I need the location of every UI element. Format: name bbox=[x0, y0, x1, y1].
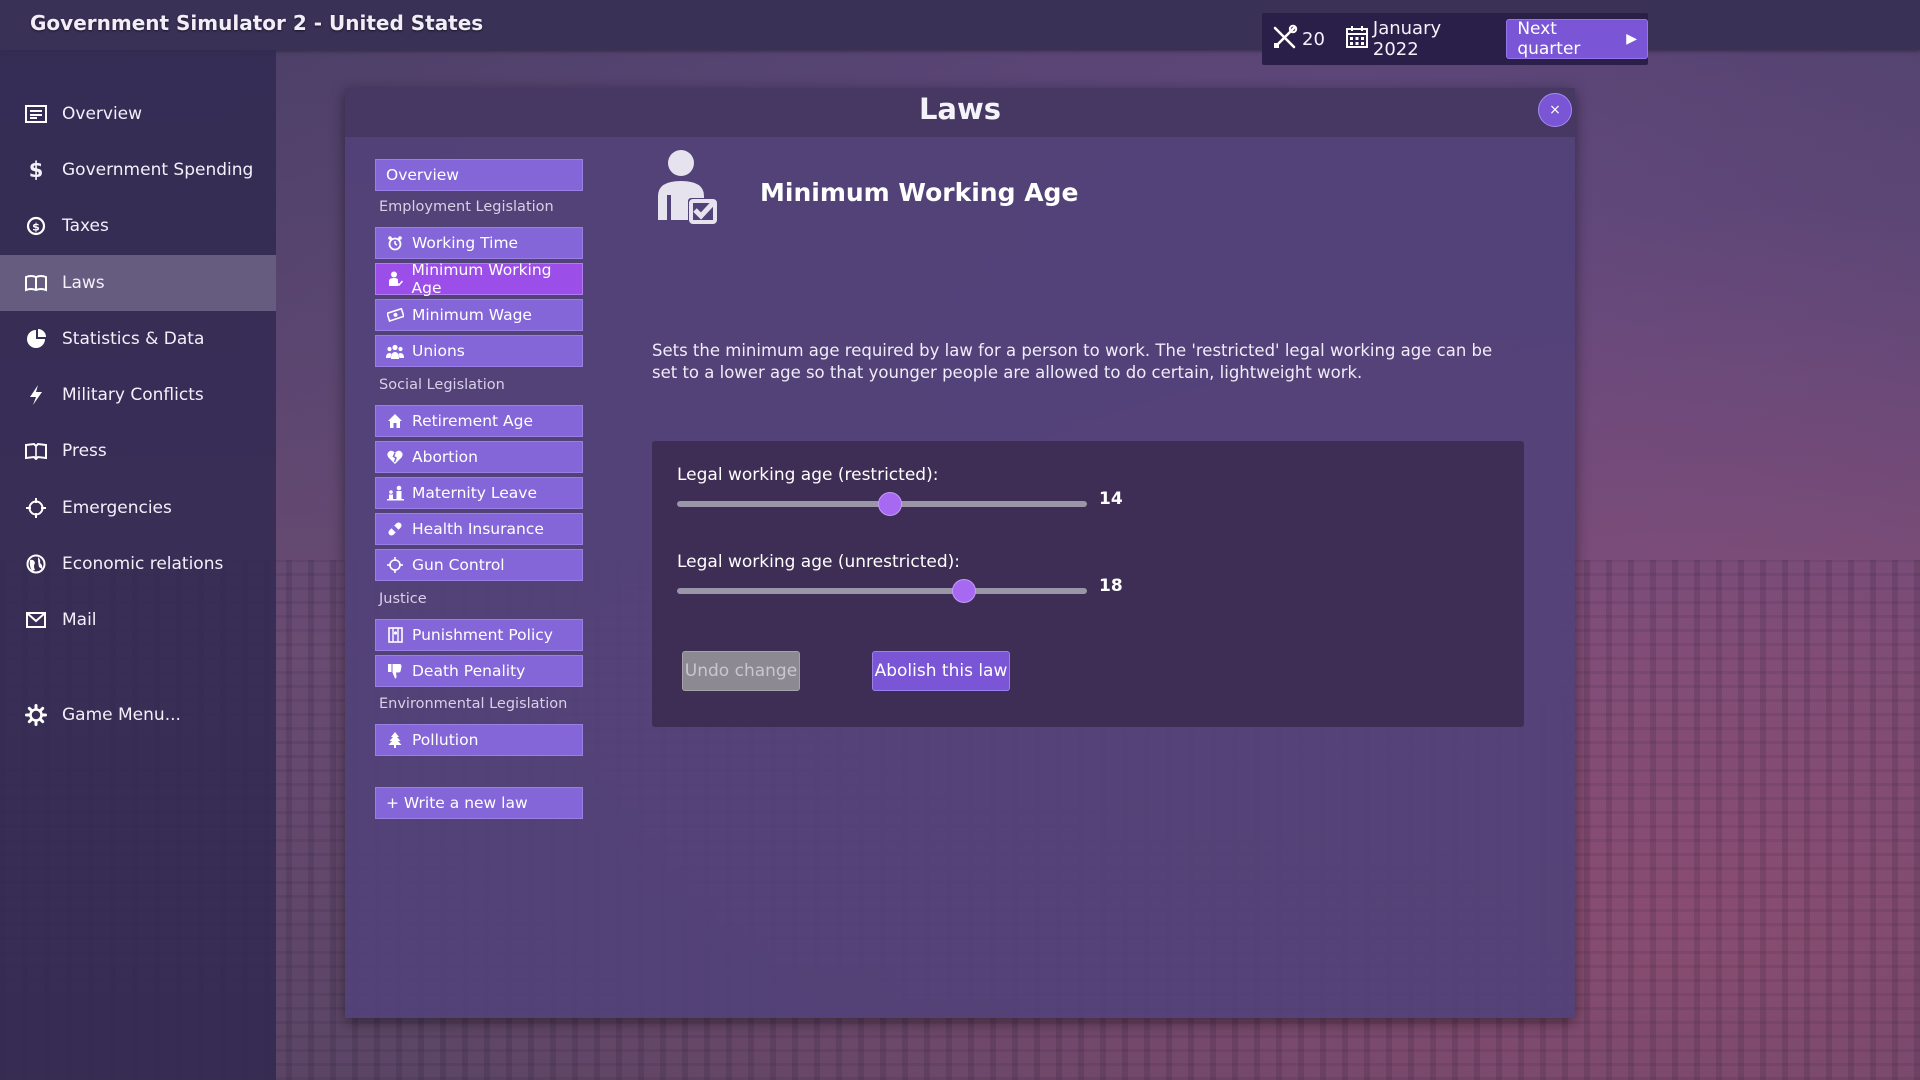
coin-icon: $ bbox=[24, 216, 48, 236]
write-new-law-button[interactable]: + Write a new law bbox=[375, 787, 583, 819]
law-item-retirement-age[interactable]: Retirement Age bbox=[375, 405, 583, 437]
person-check-icon bbox=[652, 148, 722, 232]
sidebar-item-label: Press bbox=[62, 441, 107, 461]
sidebar-item-laws[interactable]: Laws bbox=[0, 255, 276, 311]
abolish-law-button[interactable]: Abolish this law bbox=[872, 651, 1010, 691]
sidebar: Overview $ Government Spending $ Taxes L… bbox=[0, 50, 276, 1080]
undo-change-button[interactable]: Undo change bbox=[682, 651, 800, 691]
broken-heart-icon bbox=[386, 450, 404, 465]
sidebar-item-taxes[interactable]: $ Taxes bbox=[0, 198, 276, 254]
category-justice: Justice bbox=[379, 591, 427, 607]
sidebar-item-label: Statistics & Data bbox=[62, 329, 205, 349]
current-date: January 2022 bbox=[1345, 18, 1484, 60]
law-description: Sets the minimum age required by law for… bbox=[652, 341, 1493, 382]
sidebar-item-government-spending[interactable]: $ Government Spending bbox=[0, 142, 276, 198]
sidebar-item-label: Military Conflicts bbox=[62, 385, 204, 405]
law-item-death-penality[interactable]: Death Penality bbox=[375, 655, 583, 687]
sidebar-item-statistics[interactable]: Statistics & Data bbox=[0, 311, 276, 367]
law-item-pollution[interactable]: Pollution bbox=[375, 724, 583, 756]
restricted-age-slider[interactable] bbox=[677, 492, 1087, 516]
law-item-punishment-policy[interactable]: Punishment Policy bbox=[375, 619, 583, 651]
law-item-working-time[interactable]: Working Time bbox=[375, 227, 583, 259]
restricted-age-value: 14 bbox=[1099, 489, 1123, 509]
money-icon bbox=[386, 308, 404, 322]
book-icon bbox=[24, 274, 48, 292]
category-environmental: Environmental Legislation bbox=[379, 696, 568, 712]
status-box: 20 January 2022 Next quarter ▶ bbox=[1262, 13, 1648, 65]
pie-chart-icon bbox=[24, 329, 48, 349]
next-quarter-button[interactable]: Next quarter ▶ bbox=[1506, 19, 1648, 59]
modal-header: Laws × bbox=[345, 88, 1575, 137]
close-icon: × bbox=[1549, 102, 1561, 118]
laws-modal: Laws × Overview Employment Legislation W… bbox=[345, 88, 1575, 1018]
thumbs-down-icon bbox=[386, 663, 404, 679]
law-item-minimum-working-age[interactable]: Minimum Working Age bbox=[375, 261, 583, 297]
unrestricted-age-label: Legal working age (unrestricted): bbox=[677, 552, 960, 572]
sidebar-item-label: Mail bbox=[62, 610, 97, 630]
sidebar-item-overview[interactable]: Overview bbox=[0, 86, 276, 142]
next-quarter-label: Next quarter bbox=[1517, 19, 1581, 59]
law-item-abortion[interactable]: Abortion bbox=[375, 441, 583, 473]
bandage-icon bbox=[386, 521, 404, 537]
sidebar-item-emergencies[interactable]: Emergencies bbox=[0, 480, 276, 536]
sidebar-item-label: Laws bbox=[62, 273, 105, 293]
play-icon: ▶ bbox=[1626, 31, 1637, 47]
date-value: January 2022 bbox=[1372, 18, 1442, 60]
game-menu-button[interactable]: Game Menu... bbox=[0, 687, 276, 743]
law-item-unions[interactable]: Unions bbox=[375, 335, 583, 367]
sidebar-item-press[interactable]: Press bbox=[0, 423, 276, 479]
sidebar-item-label: Emergencies bbox=[62, 498, 172, 518]
modal-title: Laws bbox=[918, 92, 1002, 126]
globe-icon bbox=[24, 554, 48, 574]
bolt-icon bbox=[24, 384, 48, 406]
sidebar-item-label: Government Spending bbox=[62, 160, 254, 180]
person-check-icon bbox=[386, 271, 404, 287]
newspaper-icon bbox=[24, 105, 48, 123]
app-title: Government Simulator 2 - United States bbox=[30, 11, 484, 35]
dollar-icon: $ bbox=[28, 158, 44, 182]
calendar-icon bbox=[1345, 25, 1373, 54]
unrestricted-age-slider-thumb[interactable] bbox=[952, 579, 976, 603]
game-menu-label: Game Menu... bbox=[62, 705, 181, 725]
sidebar-item-economic-relations[interactable]: Economic relations bbox=[0, 536, 276, 592]
law-item-gun-control[interactable]: Gun Control bbox=[375, 549, 583, 581]
gear-icon bbox=[24, 704, 48, 726]
restricted-age-label: Legal working age (restricted): bbox=[677, 465, 939, 485]
jail-icon bbox=[386, 627, 404, 643]
home-icon bbox=[386, 413, 404, 429]
open-book-icon bbox=[24, 442, 48, 460]
tree-icon bbox=[386, 732, 404, 748]
sidebar-item-label: Economic relations bbox=[62, 554, 224, 574]
law-settings-panel: Legal working age (restricted): 14 Legal… bbox=[652, 441, 1524, 727]
restricted-age-slider-thumb[interactable] bbox=[878, 492, 903, 516]
crosshair-icon bbox=[24, 498, 48, 518]
close-button[interactable]: × bbox=[1538, 93, 1572, 127]
unrestricted-age-slider[interactable] bbox=[677, 579, 1087, 603]
alarm-clock-icon bbox=[386, 235, 404, 251]
sidebar-item-label: Overview bbox=[62, 104, 143, 124]
sidebar-item-military-conflicts[interactable]: Military Conflicts bbox=[0, 367, 276, 423]
group-icon bbox=[386, 344, 404, 359]
crosshair-icon bbox=[386, 557, 404, 573]
sidebar-item-label: Taxes bbox=[62, 216, 109, 236]
tools-icon bbox=[1272, 24, 1302, 55]
sidebar-item-mail[interactable]: Mail bbox=[0, 592, 276, 648]
category-social: Social Legislation bbox=[379, 377, 505, 393]
law-item-health-insurance[interactable]: Health Insurance bbox=[375, 513, 583, 545]
law-title: Minimum Working Age bbox=[760, 178, 1079, 207]
law-overview-button[interactable]: Overview bbox=[375, 159, 583, 191]
family-icon bbox=[386, 485, 404, 501]
law-item-minimum-wage[interactable]: Minimum Wage bbox=[375, 299, 583, 331]
law-item-maternity-leave[interactable]: Maternity Leave bbox=[375, 477, 583, 509]
unrestricted-age-value: 18 bbox=[1099, 576, 1123, 596]
svg-text:$: $ bbox=[32, 221, 40, 234]
envelope-icon bbox=[24, 612, 48, 628]
category-employment: Employment Legislation bbox=[379, 199, 554, 215]
action-points: 20 bbox=[1272, 24, 1325, 55]
action-points-value: 20 bbox=[1302, 28, 1325, 50]
